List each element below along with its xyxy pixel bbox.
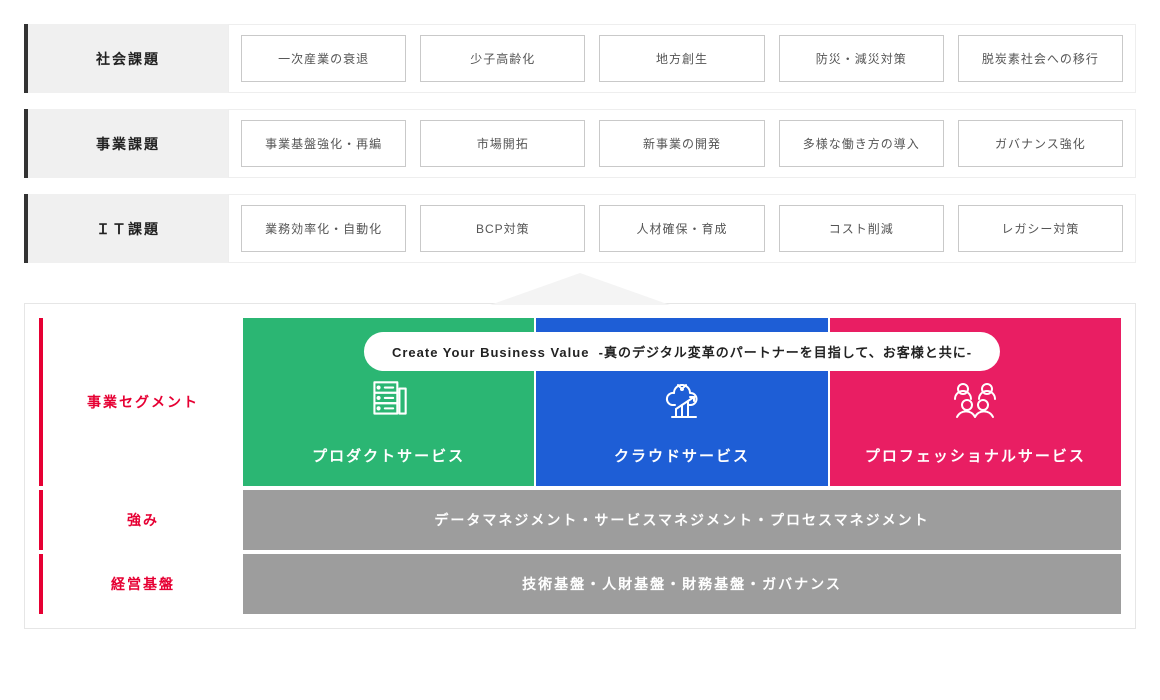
segment-row: 事業セグメント プロダクトサービス クラウドサービス プロフェッショナルサービス…: [39, 318, 1121, 486]
segment-row-label: 事業セグメント: [43, 318, 243, 486]
issue-row: 社会課題一次産業の衰退少子高齢化地方創生防災・減災対策脱炭素社会への移行: [24, 24, 1136, 93]
bottom-panel: 事業セグメント プロダクトサービス クラウドサービス プロフェッショナルサービス…: [24, 303, 1136, 629]
issue-tag: 防災・減災対策: [779, 35, 944, 82]
cloud-chart-icon: [656, 374, 708, 429]
server-icon: [364, 374, 414, 429]
issue-tag: 新事業の開発: [599, 120, 764, 167]
issue-tag: 少子高齢化: [420, 35, 585, 82]
issue-tag: 一次産業の衰退: [241, 35, 406, 82]
issue-row-label: 事業課題: [28, 109, 228, 178]
issue-tags: 業務効率化・自動化 BCP対策人材確保・育成コスト削減レガシー対策: [228, 194, 1136, 263]
issue-row-label: ＩＴ課題: [28, 194, 228, 263]
issue-tag: 脱炭素社会への移行: [958, 35, 1123, 82]
issue-tag: 多様な働き方の導入: [779, 120, 944, 167]
issue-tag: コスト削減: [779, 205, 944, 252]
segment-name: プロフェッショナルサービス: [865, 445, 1086, 466]
strength-label: 強み: [43, 490, 243, 550]
slogan-bubble: Create Your Business Value -真のデジタル変革のパート…: [364, 332, 1000, 371]
issue-tag: ガバナンス強化: [958, 120, 1123, 167]
issue-row-label: 社会課題: [28, 24, 228, 93]
segment-name: プロダクトサービス: [312, 445, 465, 466]
arrow-up: [24, 273, 1136, 305]
segment-name: クラウドサービス: [614, 445, 750, 466]
issue-row: 事業課題事業基盤強化・再編市場開拓新事業の開発多様な働き方の導入ガバナンス強化: [24, 109, 1136, 178]
issue-tag: 事業基盤強化・再編: [241, 120, 406, 167]
issue-row: ＩＴ課題業務効率化・自動化 BCP対策人材確保・育成コスト削減レガシー対策: [24, 194, 1136, 263]
issue-tags: 一次産業の衰退少子高齢化地方創生防災・減災対策脱炭素社会への移行: [228, 24, 1136, 93]
issue-tag: 業務効率化・自動化: [241, 205, 406, 252]
issue-tag: 地方創生: [599, 35, 764, 82]
issue-tag: BCP対策: [420, 205, 585, 252]
foundation-label: 経営基盤: [43, 554, 243, 614]
strength-text: データマネジメント・サービスマネジメント・プロセスマネジメント: [243, 490, 1121, 550]
slogan-sub: -真のデジタル変革のパートナーを目指して、お客様と共に-: [599, 345, 972, 360]
issue-tags: 事業基盤強化・再編市場開拓新事業の開発多様な働き方の導入ガバナンス強化: [228, 109, 1136, 178]
slogan-main: Create Your Business Value: [392, 345, 589, 360]
issue-tag: レガシー対策: [958, 205, 1123, 252]
issue-tag: 市場開拓: [420, 120, 585, 167]
foundation-text: 技術基盤・人財基盤・財務基盤・ガバナンス: [243, 554, 1121, 614]
people-icon: [947, 374, 1003, 429]
issue-tag: 人材確保・育成: [599, 205, 764, 252]
foundation-row: 経営基盤 技術基盤・人財基盤・財務基盤・ガバナンス: [39, 554, 1121, 614]
strength-row: 強み データマネジメント・サービスマネジメント・プロセスマネジメント: [39, 490, 1121, 550]
